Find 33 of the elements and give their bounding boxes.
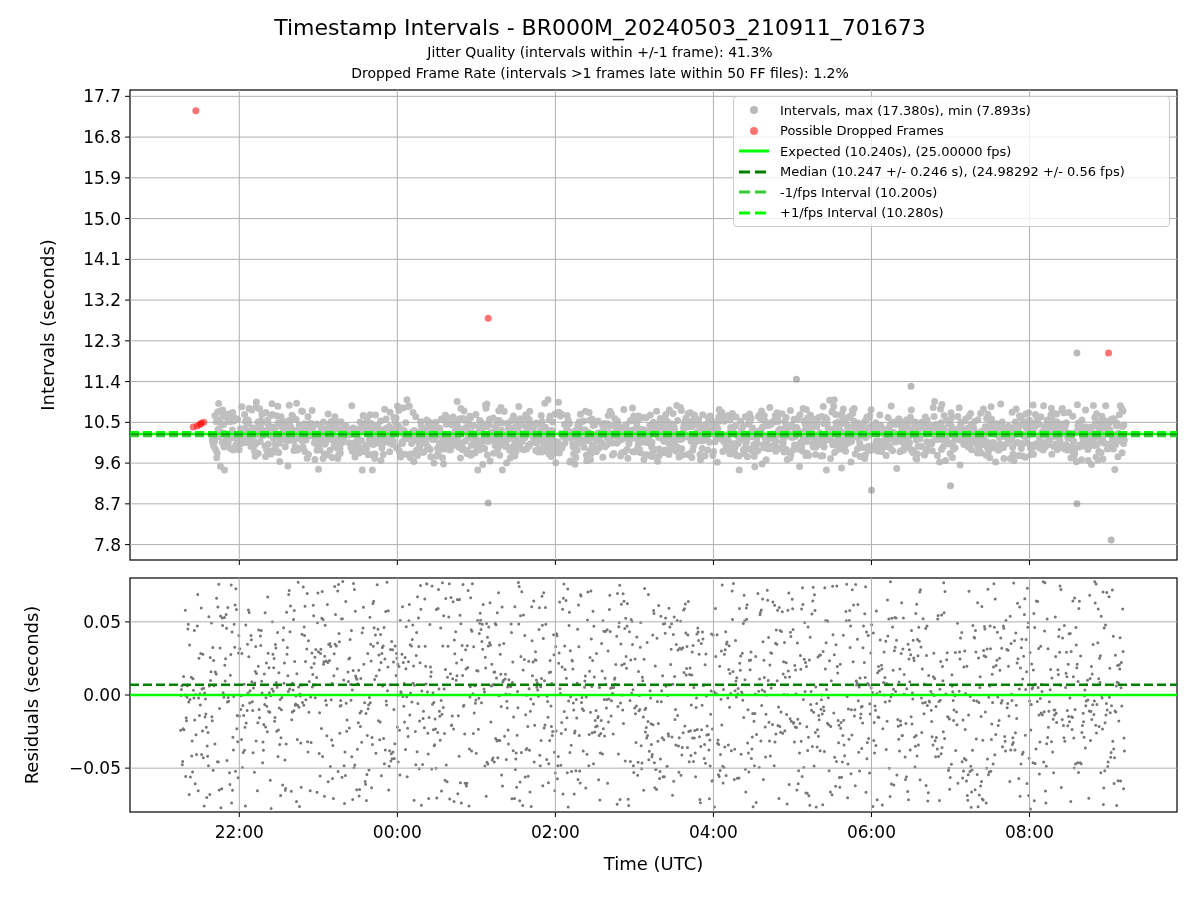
x-axis-label: Time (UTC): [603, 853, 704, 874]
y-tick-label: 8.7: [93, 493, 121, 514]
figure-title: Timestamp Intervals - BR000M_20240503_210911_701673: [274, 14, 926, 42]
y-axis-label: Residuals (seconds): [21, 605, 42, 785]
y-tick-label: 0.00: [83, 685, 121, 705]
y-tick-label: 7.8: [93, 534, 121, 555]
y-tick-label: 16.8: [83, 127, 121, 148]
legend-label: Expected (10.240s), (25.00000 fps): [780, 142, 1012, 161]
y-tick-label: 9.6: [93, 453, 121, 474]
y-tick-label: 10.5: [83, 412, 121, 433]
legend-label: Possible Dropped Frames: [780, 122, 944, 140]
figure-subtitle: Dropped Frame Rate (intervals >1 frames late within 50 FF files): 1.2%: [351, 64, 849, 83]
y-tick-label: 14.1: [83, 249, 121, 270]
x-tick-label: 02:00: [530, 822, 580, 842]
legend-label: Intervals, max (17.380s), min (7.893s): [780, 101, 1031, 120]
x-tick-label: 22:00: [214, 822, 264, 842]
y-tick-label: 15.0: [83, 208, 121, 229]
y-tick-label: −0.05: [68, 758, 121, 779]
y-tick-label: 12.3: [83, 330, 121, 351]
y-tick-label: 11.4: [83, 371, 121, 392]
x-tick-label: 04:00: [688, 822, 738, 842]
x-tick-label: 08:00: [1005, 822, 1054, 842]
y-tick-label: 15.9: [83, 167, 121, 188]
x-tick-label: 00:00: [372, 822, 422, 842]
x-tick-label: 06:00: [846, 822, 896, 842]
y-tick-label: 0.05: [83, 611, 121, 632]
y-tick-label: 17.7: [83, 88, 121, 107]
legend-label: Median (10.247 +/- 0.246 s), (24.98292 +/- 0.56 fps): [780, 163, 1125, 181]
legend-label: +1/fps Interval (10.280s): [780, 204, 944, 222]
y-tick-label: 13.2: [83, 290, 121, 311]
legend-label: -1/fps Interval (10.200s): [780, 183, 938, 202]
figure-subtitle: Jitter Quality (intervals within +/-1 frame): 41.3%: [427, 43, 773, 62]
y-axis-label: Intervals (seconds): [37, 239, 58, 411]
